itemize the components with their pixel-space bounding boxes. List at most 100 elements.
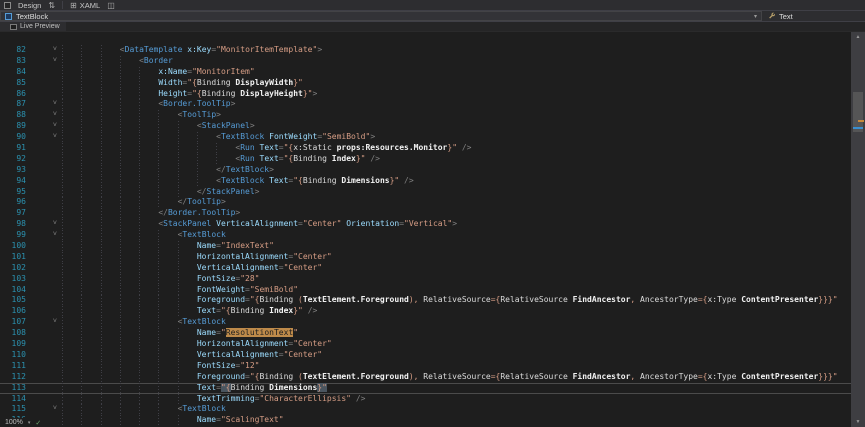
indent-guide bbox=[101, 110, 120, 121]
indent-guide bbox=[120, 110, 139, 121]
scroll-up-arrow-icon[interactable]: ▲ bbox=[851, 32, 865, 42]
xaml-tab[interactable]: ⊞ XAML bbox=[70, 1, 100, 10]
indent-guide bbox=[101, 78, 120, 89]
swap-panes-icon[interactable]: ⇅ bbox=[48, 1, 55, 10]
code-line-91[interactable]: 91<Run Text="{x:Static props:Resources.M… bbox=[0, 143, 851, 154]
code-line-88[interactable]: 88˅<ToolTip> bbox=[0, 110, 851, 121]
code-line-103[interactable]: 103FontSize="28" bbox=[0, 274, 851, 285]
code-line-83[interactable]: 83˅<Border bbox=[0, 56, 851, 67]
code-line-89[interactable]: 89˅<StackPanel> bbox=[0, 121, 851, 132]
code-text: <Run Text="{Binding Index}" /> bbox=[60, 154, 380, 165]
code-line-101[interactable]: 101HorizontalAlignment="Center" bbox=[0, 252, 851, 263]
indent-guide bbox=[158, 394, 177, 405]
code-line-99[interactable]: 99˅<TextBlock bbox=[0, 230, 851, 241]
code-line-110[interactable]: 110VerticalAlignment="Center" bbox=[0, 350, 851, 361]
fold-collapse-icon[interactable]: ˅ bbox=[26, 132, 60, 143]
code-line-115[interactable]: 115˅<TextBlock bbox=[0, 404, 851, 415]
indent-guide bbox=[101, 274, 120, 285]
split-view-icon[interactable]: ◫ bbox=[107, 1, 115, 10]
fold-collapse-icon[interactable]: ˅ bbox=[26, 99, 60, 110]
indent-guide bbox=[62, 165, 81, 176]
indent-guide bbox=[101, 339, 120, 350]
code-line-84[interactable]: 84x:Name="MonitorItem" bbox=[0, 67, 851, 78]
indent-guide bbox=[81, 132, 100, 143]
fold-collapse-icon[interactable]: ˅ bbox=[26, 404, 60, 415]
code-line-94[interactable]: 94<TextBlock Text="{Binding Dimensions}"… bbox=[0, 176, 851, 187]
fold-collapse-icon[interactable]: ˅ bbox=[26, 110, 60, 121]
navigation-bar: TextBlock ▾ Text bbox=[0, 11, 865, 22]
indent-guide bbox=[120, 230, 139, 241]
property-indicator[interactable]: Text bbox=[762, 12, 799, 21]
code-line-104[interactable]: 104FontWeight="SemiBold" bbox=[0, 285, 851, 296]
code-line-114[interactable]: 114TextTrimming="CharacterEllipsis" /> bbox=[0, 394, 851, 405]
indent-guide bbox=[158, 143, 177, 154]
code-line-86[interactable]: 86Height="{Binding DisplayHeight}"> bbox=[0, 89, 851, 100]
indent-guide bbox=[139, 328, 158, 339]
indent-guide bbox=[120, 306, 139, 317]
document-health-icon[interactable]: ✓ bbox=[35, 419, 41, 427]
code-line-92[interactable]: 92<Run Text="{Binding Index}" /> bbox=[0, 154, 851, 165]
code-line-109[interactable]: 109HorizontalAlignment="Center" bbox=[0, 339, 851, 350]
zoom-level-label[interactable]: 100% bbox=[5, 419, 23, 426]
line-number: 113 bbox=[0, 383, 26, 394]
fold-collapse-icon[interactable]: ˅ bbox=[26, 121, 60, 132]
code-line-95[interactable]: 95</StackPanel> bbox=[0, 187, 851, 198]
code-line-100[interactable]: 100Name="IndexText" bbox=[0, 241, 851, 252]
scrollbar-thumb[interactable] bbox=[853, 92, 863, 132]
indent-guide bbox=[101, 285, 120, 296]
indent-guide bbox=[178, 306, 197, 317]
code-line-105[interactable]: 105Foreground="{Binding (TextElement.For… bbox=[0, 295, 851, 306]
code-line-87[interactable]: 87˅<Border.ToolTip> bbox=[0, 99, 851, 110]
element-breadcrumb-dropdown[interactable]: TextBlock ▾ bbox=[0, 11, 762, 21]
indent-guide bbox=[158, 361, 177, 372]
code-line-93[interactable]: 93</TextBlock> bbox=[0, 165, 851, 176]
chevron-down-icon[interactable]: ▾ bbox=[754, 13, 757, 20]
fold-margin bbox=[26, 176, 60, 187]
chevron-down-icon[interactable]: ▾ bbox=[28, 420, 31, 426]
indent-guide bbox=[101, 56, 120, 67]
code-line-108[interactable]: 108Name="ResolutionText" bbox=[0, 328, 851, 339]
element-icon bbox=[5, 13, 12, 20]
fold-collapse-icon[interactable]: ˅ bbox=[26, 45, 60, 56]
indent-guide bbox=[81, 45, 100, 56]
indent-guide bbox=[81, 361, 100, 372]
code-line-98[interactable]: 98˅<StackPanel VerticalAlignment="Center… bbox=[0, 219, 851, 230]
code-line-96[interactable]: 96</ToolTip> bbox=[0, 197, 851, 208]
indent-guide bbox=[120, 219, 139, 230]
code-text: <TextBlock bbox=[60, 230, 226, 241]
indent-guide bbox=[178, 154, 197, 165]
code-text: HorizontalAlignment="Center" bbox=[60, 339, 332, 350]
indent-guide bbox=[158, 285, 177, 296]
code-line-111[interactable]: 111FontSize="12" bbox=[0, 361, 851, 372]
vertical-scrollbar[interactable]: ▲ ▼ bbox=[851, 32, 865, 427]
code-line-113[interactable]: 113Text="{Binding Dimensions}" bbox=[0, 383, 851, 394]
fold-collapse-icon[interactable]: ˅ bbox=[26, 230, 60, 241]
indent-guide bbox=[81, 274, 100, 285]
code-line-116[interactable]: 116Name="ScalingText" bbox=[0, 415, 851, 426]
indent-guide bbox=[178, 383, 197, 394]
fold-margin bbox=[26, 394, 60, 405]
code-editor[interactable]: 82˅<DataTemplate x:Key="MonitorItemTempl… bbox=[0, 32, 865, 427]
code-line-82[interactable]: 82˅<DataTemplate x:Key="MonitorItemTempl… bbox=[0, 45, 851, 56]
indent-guide bbox=[62, 89, 81, 100]
code-line-102[interactable]: 102VerticalAlignment="Center" bbox=[0, 263, 851, 274]
code-line-107[interactable]: 107˅<TextBlock bbox=[0, 317, 851, 328]
indent-guide bbox=[178, 339, 197, 350]
line-number: 99 bbox=[0, 230, 26, 241]
live-preview-button[interactable]: Live Preview bbox=[0, 22, 66, 31]
code-line-90[interactable]: 90˅<TextBlock FontWeight="SemiBold"> bbox=[0, 132, 851, 143]
design-tab[interactable]: Design bbox=[18, 1, 41, 10]
zoom-control[interactable]: 100% ▾ ✓ bbox=[0, 418, 46, 427]
code-line-106[interactable]: 106Text="{Binding Index}" /> bbox=[0, 306, 851, 317]
code-area[interactable]: 82˅<DataTemplate x:Key="MonitorItemTempl… bbox=[0, 32, 851, 427]
code-line-97[interactable]: 97</Border.ToolTip> bbox=[0, 208, 851, 219]
fold-collapse-icon[interactable]: ˅ bbox=[26, 317, 60, 328]
fold-collapse-icon[interactable]: ˅ bbox=[26, 219, 60, 230]
fold-collapse-icon[interactable]: ˅ bbox=[26, 56, 60, 67]
code-line-85[interactable]: 85Width="{Binding DisplayWidth}" bbox=[0, 78, 851, 89]
scroll-down-arrow-icon[interactable]: ▼ bbox=[851, 417, 865, 427]
fold-margin bbox=[26, 208, 60, 219]
code-line-112[interactable]: 112Foreground="{Binding (TextElement.For… bbox=[0, 372, 851, 383]
line-number: 97 bbox=[0, 208, 26, 219]
line-number: 106 bbox=[0, 306, 26, 317]
